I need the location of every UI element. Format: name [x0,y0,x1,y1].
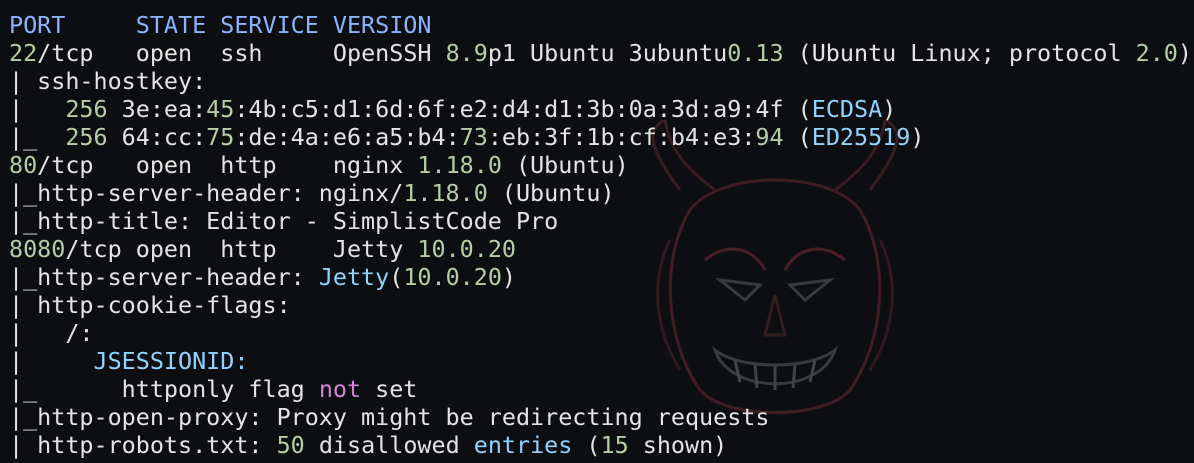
terminal-text: :eb:3f:1b:cf:b4:e3: [487,123,756,151]
terminal-line: | http-cookie-flags: [9,291,1192,319]
terminal-text: disallowed [304,431,474,459]
terminal-text: ( [783,123,812,151]
terminal-line: | 256 3e:ea:45:4b:c5:d1:6d:6f:e2:d4:d1:3… [9,95,1192,123]
terminal-text: ) [501,263,516,291]
terminal-text: |_ httponly flag [9,375,319,403]
terminal-text: 73 [459,123,488,151]
terminal-text: |_http-server-header: nginx/ [9,179,404,207]
terminal-text: 94 [755,123,784,151]
terminal-text: 64:cc: [107,123,207,151]
terminal-text: entries [473,431,573,459]
terminal-text: JSESSIONID: [93,347,249,375]
terminal-text: shown) [628,431,728,459]
terminal-text: |_http-title: Editor - SimplistCode Pro [9,207,559,235]
terminal-text: (Ubuntu Linux; protocol [783,39,1136,67]
terminal-text: 1.18.0 [403,179,488,207]
terminal-text: 80 [9,151,38,179]
terminal-line: 8080/tcp open http Jetty 10.0.20 [9,235,1192,263]
command-output: PORT STATE SERVICE VERSION 22/tcp open ss… [9,11,1192,459]
terminal-line: |_ httponly flag not set [9,375,1192,403]
terminal-line: 22/tcp open ssh OpenSSH 8.9p1 Ubuntu 3ub… [9,39,1192,67]
terminal-text: /tcp open http nginx [37,151,418,179]
terminal-text: PORT STATE SERVICE VERSION [9,11,432,39]
terminal-text: ) [910,123,925,151]
terminal-line: |_http-server-header: Jetty(10.0.20) [9,263,1192,291]
terminal-text: 0.13 [727,39,784,67]
terminal-text: Jetty [318,263,390,291]
terminal-text: 1.18.0 [417,151,502,179]
terminal-line: | /: [9,319,1192,347]
terminal-text: :de:4a:e6:a5:b4: [234,123,460,151]
terminal-text: 256 [65,123,108,151]
terminal-text: ED25519 [811,123,911,151]
terminal-text: 50 [276,431,305,459]
terminal-line: | JSESSIONID: [9,347,1192,375]
terminal-text: (Ubuntu) [487,179,615,207]
terminal-text: | [9,347,94,375]
terminal-line: |_ 256 64:cc:75:de:4a:e6:a5:b4:73:eb:3f:… [9,123,1192,151]
terminal-text: 3e:ea: [107,95,207,123]
terminal-text: ) [1177,39,1192,67]
terminal-text: 45 [206,95,235,123]
terminal-text: 2.0 [1135,39,1178,67]
terminal-text: 10.0.20 [417,235,516,263]
terminal-text: 256 [65,95,108,123]
terminal-text: |_http-server-header: [9,263,319,291]
terminal-text: | http-robots.txt: [9,431,277,459]
terminal-text: | /: [9,319,94,347]
terminal-line: |_http-server-header: nginx/1.18.0 (Ubun… [9,179,1192,207]
terminal-text: (Ubuntu) [501,151,629,179]
terminal-text: 10.0.20 [403,263,502,291]
terminal-text: ( [389,263,404,291]
terminal-text: | [9,95,66,123]
terminal-text: ) [882,95,897,123]
terminal-text: /tcp open http Jetty [65,235,418,263]
terminal-text: p1 Ubuntu 3ubuntu [487,39,728,67]
terminal-text: |_ [9,123,66,151]
terminal-text: |_http-open-proxy: Proxy might be redire… [9,403,770,431]
terminal-window[interactable]: PORT STATE SERVICE VERSION 22/tcp open ss… [0,0,1194,463]
terminal-line: 80/tcp open http nginx 1.18.0 (Ubuntu) [9,151,1192,179]
terminal-line: | ssh-hostkey: [9,67,1192,95]
terminal-line: PORT STATE SERVICE VERSION [9,11,1192,39]
terminal-text: ( [572,431,601,459]
terminal-line: |_http-open-proxy: Proxy might be redire… [9,403,1192,431]
terminal-text: ECDSA [811,95,883,123]
terminal-text: | ssh-hostkey: [9,67,207,95]
terminal-text: | http-cookie-flags: [9,291,291,319]
terminal-text: 75 [206,123,235,151]
terminal-text: :4b:c5:d1:6d:6f:e2:d4:d1:3b:0a:3d:a9:4f … [234,95,812,123]
terminal-line: |_http-title: Editor - SimplistCode Pro [9,207,1192,235]
terminal-text: set [361,375,418,403]
terminal-text: not [318,375,362,403]
terminal-text: /tcp open ssh OpenSSH [37,39,446,67]
terminal-line: | http-robots.txt: 50 disallowed entries… [9,431,1192,459]
terminal-text: 8.9 [445,39,488,67]
terminal-text: 15 [600,431,629,459]
terminal-text: 22 [9,39,38,67]
terminal-text: 8080 [9,235,66,263]
